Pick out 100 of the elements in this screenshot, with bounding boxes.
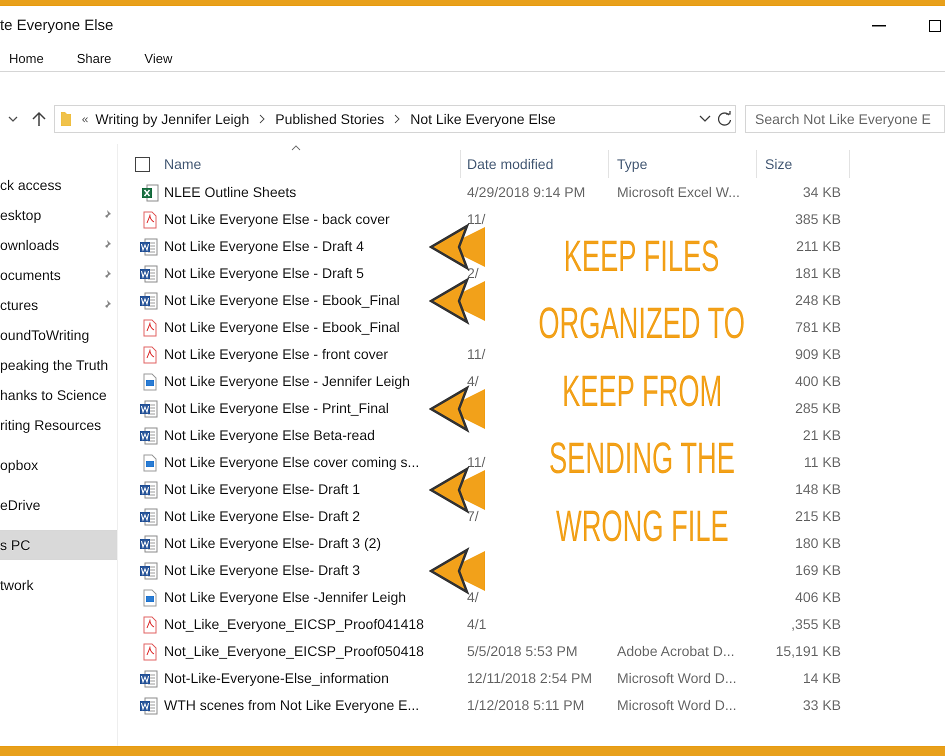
document-icon [139,480,159,498]
chevron-right-icon [258,114,266,124]
date-cell-text: 11/ [467,453,486,472]
file-name[interactable]: Not Like Everyone Else - Ebook_Final [164,319,400,335]
breadcrumb[interactable]: Not Like Everyone Else [410,108,556,130]
sidebar-item[interactable]: s PC [0,530,117,560]
size-cell-text: 148 KB [794,480,841,499]
size-cell-text: 406 KB [794,588,841,607]
document-icon [139,426,159,444]
ribbon-tab[interactable]: Home [0,48,54,68]
size-cell-text: 11 KB [802,453,841,472]
breadcrumb[interactable]: Published Stories [275,108,384,130]
sidebar-item[interactable]: esktop [0,200,117,230]
up-arrow-icon[interactable] [32,111,46,127]
file-name[interactable]: Not Like Everyone Else - Print_Final [164,400,389,416]
sidebar-item[interactable]: peaking the Truth [0,350,117,380]
chevron-right-icon [393,114,402,124]
file-name[interactable]: Not Like Everyone Else - Draft 5 [164,265,364,281]
annotation-text: KEEP FROM [562,366,722,418]
window-title: te Everyone Else [0,16,114,36]
file-name[interactable]: Not Like Everyone Else - Draft 4 [164,238,364,254]
document-icon [139,264,159,282]
chevron-down-icon[interactable] [8,115,18,123]
ribbon-tab[interactable]: Share [66,48,122,68]
sidebar-item[interactable]: ocuments [0,260,117,290]
address-bar[interactable]: « Writing by Jennifer Leigh Published Stories Not Like Everyone Else [54,105,736,133]
folder-icon [60,111,72,127]
search-field[interactable]: Search Not Like Everyone E [745,105,945,133]
date-cell-text: 7/ [467,507,479,526]
ribbon-tab[interactable]: View [134,48,182,68]
date-cell-text: 12/11/2018 2:54 PM [467,669,592,688]
file-name[interactable]: Not Like Everyone Else cover coming s... [164,454,420,470]
date-cell-text: 4/ [467,588,479,607]
image-file-icon [141,454,159,472]
file-name[interactable]: Not Like Everyone Else - Ebook_Final [164,292,400,308]
sidebar-item[interactable]: ck access [0,170,117,200]
file-name[interactable]: Not Like Everyone Else- Draft 2 [164,508,360,524]
maximize-icon[interactable] [929,20,941,32]
file-name[interactable]: Not Like Everyone Else - Jennifer Leigh [164,373,410,389]
image-file-icon [141,372,159,390]
file-name[interactable]: Not Like Everyone Else- Draft 1 [164,481,360,497]
sidebar-item[interactable]: eDrive [0,490,117,520]
date-cell-text: 4/ [467,372,479,391]
column-header[interactable]: Name [164,150,461,178]
size-cell-text: 21 KB [802,426,841,445]
date-cell-text: 2/ [467,264,479,283]
annotation-text: SENDING THE [549,433,735,486]
document-icon [139,696,159,714]
size-cell-text: 181 KB [794,264,841,283]
select-all-checkbox[interactable] [135,156,150,172]
annotation-text: WRONG FILE [556,500,728,553]
size-cell-text: 385 KB [794,210,841,229]
column-header[interactable]: Size [757,150,850,178]
annotation-text: ORGANIZED TO [538,298,746,350]
annotation-text: KEEP FILES [564,230,720,283]
file-name[interactable]: Not_Like_Everyone_EICSP_Proof050418 [164,643,424,659]
file-name[interactable]: Not_Like_Everyone_EICSP_Proof041418 [164,616,424,632]
pdf-icon [141,616,159,634]
size-cell-text: 33 KB [802,696,841,715]
dropdown-icon[interactable] [699,115,711,123]
overflow-chevron-icon[interactable]: « [82,110,88,128]
pdf-icon [141,642,159,660]
document-icon [139,534,159,552]
document-icon [139,670,159,688]
refresh-icon[interactable] [717,111,733,127]
document-icon [139,508,159,526]
arrow-icon [429,277,485,325]
size-cell-text: 180 KB [794,534,841,553]
size-cell-text: ,355 KB [790,615,841,634]
file-name[interactable]: WTH scenes from Not Like Everyone E... [164,697,420,713]
column-header[interactable]: Type [609,150,757,178]
date-cell-text: 4/29/2018 9:14 PM [467,183,586,202]
type-cell-text: Microsoft Word D... [616,696,738,715]
file-name[interactable]: Not Like Everyone Else- Draft 3 (2) [164,535,382,551]
sidebar-item[interactable]: twork [0,570,117,600]
sidebar-item[interactable]: oundToWriting [0,320,117,350]
size-cell-text: 34 KB [802,183,841,202]
file-name[interactable]: Not Like Everyone Else - back cover [164,211,390,227]
file-name[interactable]: Not Like Everyone Else- Draft 3 [164,562,360,578]
size-cell-text: 215 KB [794,507,841,526]
breadcrumb[interactable]: Writing by Jennifer Leigh [95,108,250,130]
sidebar-item[interactable]: riting Resources [0,410,117,440]
file-name[interactable]: Not Like Everyone Else - front cover [164,346,388,362]
file-name[interactable]: Not-Like-Everyone-Else_information [164,670,389,686]
sidebar-item[interactable]: opbox [0,450,117,480]
document-icon [139,292,159,310]
sidebar-item[interactable]: ctures [0,290,117,320]
sidebar-item[interactable]: ownloads [0,230,117,260]
column-header[interactable]: Date modified [461,150,609,178]
minimize-icon[interactable] [872,25,886,27]
file-name[interactable]: Not Like Everyone Else Beta-read [164,427,375,443]
file-name[interactable]: Not Like Everyone Else -Jennifer Leigh [164,589,406,605]
size-cell-text: 211 KB [795,237,841,256]
file-name[interactable]: NLEE Outline Sheets [164,184,296,200]
document-icon [139,238,159,256]
size-cell-text: 909 KB [794,345,841,364]
arrow-icon [429,385,485,433]
sort-caret-icon[interactable] [291,145,301,151]
sidebar-item[interactable]: hanks to Science [0,380,117,410]
date-cell-text: 5/5/2018 5:53 PM [467,642,578,661]
